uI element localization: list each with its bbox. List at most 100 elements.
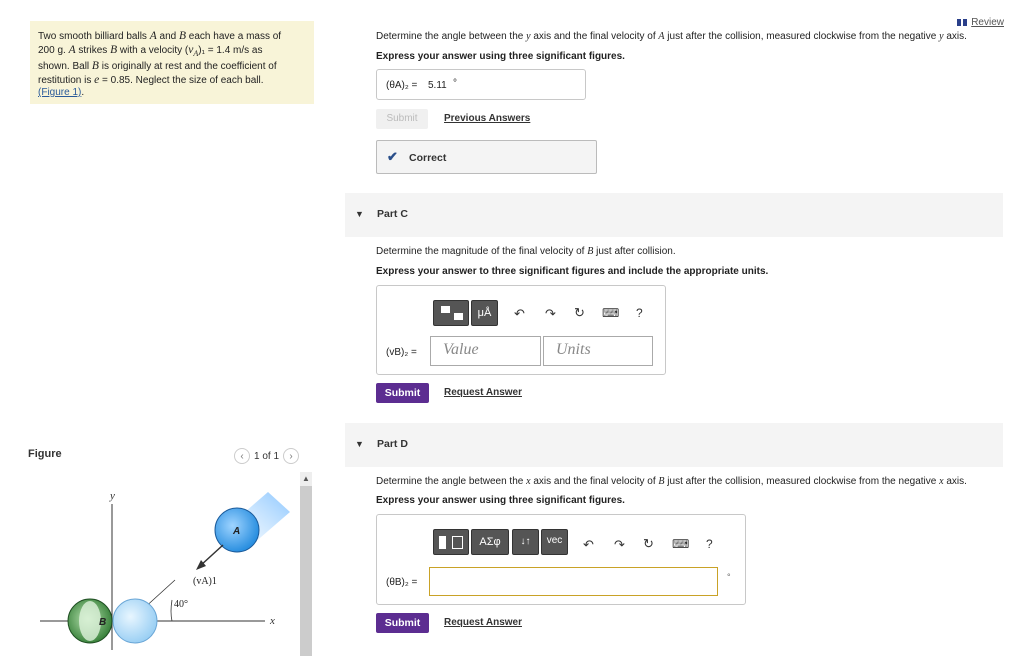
partb-answer-box: (θA)₂ = 5.11 °	[376, 69, 586, 100]
question-text: axis and the final velocity of	[530, 476, 659, 487]
question-text: axis.	[943, 476, 967, 487]
keyboard-icon[interactable]: ⌨	[672, 537, 689, 551]
review-label: Review	[971, 17, 1004, 28]
problem-text: strikes	[75, 44, 111, 56]
var-a: A	[68, 43, 76, 56]
problem-text: shown. Ball	[38, 61, 92, 72]
template-button[interactable]	[433, 300, 469, 326]
var-a: A	[149, 30, 157, 42]
partb-answer-label: (θA)₂ =	[386, 80, 418, 91]
previous-answers-link[interactable]: Previous Answers	[444, 113, 530, 124]
scroll-up-button[interactable]: ▲	[300, 472, 312, 486]
review-link[interactable]: Review	[957, 17, 1004, 28]
check-icon: ✔	[387, 149, 398, 164]
partc-question: Determine the magnitude of the final vel…	[376, 246, 676, 257]
problem-text: = 0.85. Neglect the size of each ball.	[99, 74, 264, 86]
partd-answer-unit: °	[727, 572, 731, 582]
partc-header[interactable]: ▼ Part C	[345, 193, 1003, 237]
partc-request-answer-link[interactable]: Request Answer	[444, 387, 522, 398]
question-text: just after the collision, measured clock…	[664, 476, 940, 487]
partd-answer-label: (θB)₂ =	[386, 577, 418, 588]
collapse-icon: ▼	[355, 439, 364, 449]
partc-answer-box: μÅ ↶ ↷ ↻ ⌨ ? (vB)₂ = Value Units	[376, 285, 666, 375]
problem-text: with a velocity (	[117, 44, 189, 56]
figure-scrollbar[interactable]	[300, 486, 312, 656]
partc-answer-label: (vB)₂ =	[386, 347, 417, 358]
question-text: just after collision.	[593, 246, 676, 257]
redo-icon[interactable]: ↷	[545, 306, 556, 322]
next-figure-button[interactable]: ›	[283, 448, 300, 464]
ball-b-highlight	[79, 601, 101, 641]
problem-statement: Two smooth billiard balls A and B each h…	[30, 21, 314, 104]
template-icon	[441, 306, 450, 313]
partb-instruction: Express your answer using three signific…	[376, 51, 625, 62]
question-text: just after the collision, measured clock…	[664, 31, 940, 42]
question-text: Determine the angle between the	[376, 476, 527, 487]
reset-icon[interactable]: ↻	[643, 536, 654, 552]
ball-a-contact	[112, 598, 158, 644]
problem-text: is originally at rest and the coefficien…	[98, 61, 277, 72]
ball-b-label: B	[99, 617, 106, 628]
greek-button[interactable]: ΑΣφ	[471, 529, 509, 555]
figure-pager: ‹ 1 of 1 ›	[234, 448, 300, 464]
problem-text: 200 g.	[38, 44, 69, 56]
template-icon	[439, 536, 446, 549]
correct-feedback: ✔ Correct	[376, 140, 597, 174]
partb-submit-button[interactable]: Submit	[376, 109, 428, 129]
problem-text: and	[156, 31, 179, 42]
y-axis-label: y	[109, 490, 115, 502]
partb-answer-unit: °	[453, 78, 457, 89]
partd-request-answer-link[interactable]: Request Answer	[444, 617, 522, 628]
ball-a-label: A	[232, 526, 240, 537]
reset-icon[interactable]: ↻	[574, 305, 585, 321]
prev-figure-button[interactable]: ‹	[234, 448, 250, 464]
partb-answer-value: 5.11	[428, 80, 447, 91]
partd-header[interactable]: ▼ Part D	[345, 423, 1003, 467]
value-input[interactable]: Value	[430, 336, 541, 366]
template-button[interactable]	[433, 529, 469, 555]
partc-title: Part C	[377, 208, 408, 220]
var-b: B	[91, 60, 99, 72]
figure-heading: Figure	[28, 448, 62, 460]
template-icon	[454, 313, 463, 320]
review-icon	[957, 19, 968, 26]
question-text: Determine the magnitude of the final vel…	[376, 246, 588, 257]
partc-submit-button[interactable]: Submit	[376, 383, 429, 403]
question-text: Determine the angle between the	[376, 31, 527, 42]
problem-text: )₁ = 1.4 m/s as	[198, 44, 263, 56]
figure-diagram: y x A (vA)1 40° B	[40, 490, 290, 650]
sqrt-icon	[452, 536, 463, 549]
redo-icon[interactable]: ↷	[614, 537, 625, 553]
partd-submit-button[interactable]: Submit	[376, 613, 429, 633]
correct-label: Correct	[409, 152, 447, 164]
angle-arc	[170, 599, 173, 622]
question-text: axis.	[943, 31, 967, 42]
pager-text: 1 of 1	[254, 450, 280, 462]
var-b: B	[179, 30, 187, 42]
keyboard-icon[interactable]: ⌨	[602, 306, 619, 320]
vec-button[interactable]: vec	[541, 529, 568, 555]
undo-icon[interactable]: ↶	[583, 537, 594, 553]
arrows-button[interactable]: ↓↑	[512, 529, 539, 555]
undo-icon[interactable]: ↶	[514, 306, 525, 322]
partd-title: Part D	[377, 438, 408, 450]
x-axis-label: x	[269, 615, 275, 627]
problem-text: .	[81, 87, 85, 98]
problem-text: Two smooth billiard balls	[38, 31, 150, 42]
help-button[interactable]: ?	[706, 537, 713, 551]
partc-instruction: Express your answer to three significant…	[376, 266, 769, 277]
units-input[interactable]: Units	[543, 336, 653, 366]
partd-answer-box: ΑΣφ ↓↑ vec ↶ ↷ ↻ ⌨ ? (θB)₂ = °	[376, 514, 746, 605]
units-button[interactable]: μÅ	[471, 300, 498, 326]
collapse-icon: ▼	[355, 209, 364, 219]
figure-link[interactable]: (Figure 1)	[38, 87, 81, 98]
problem-text: each have a mass of	[186, 31, 282, 42]
angle-label: 40°	[174, 599, 188, 610]
question-text: axis and the final velocity of	[530, 31, 659, 42]
partd-question: Determine the angle between the x axis a…	[376, 476, 967, 487]
problem-text: restitution is	[38, 74, 95, 86]
velocity-arrow	[199, 544, 224, 567]
help-button[interactable]: ?	[636, 306, 643, 320]
partd-instruction: Express your answer using three signific…	[376, 495, 625, 506]
partd-answer-input[interactable]	[429, 567, 718, 596]
